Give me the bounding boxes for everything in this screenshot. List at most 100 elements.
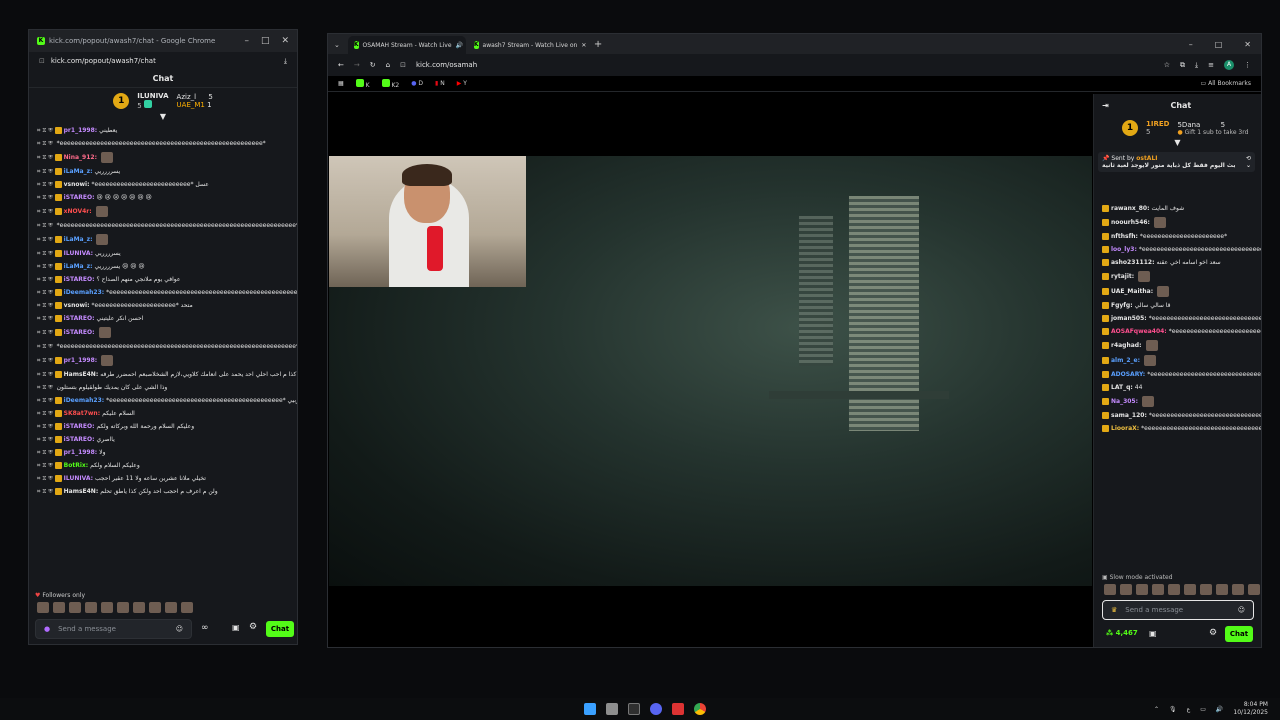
- emote-1[interactable]: [37, 602, 49, 613]
- side-settings-icon[interactable]: ⚙: [1209, 628, 1217, 638]
- bookmark-d[interactable]: ● D: [411, 80, 423, 87]
- chat-username[interactable]: iSTAREO:: [64, 276, 95, 283]
- new-tab-icon[interactable]: +: [594, 39, 602, 50]
- mod-tools-icon[interactable]: ⌗ ⧖ ⛨: [37, 343, 55, 350]
- media-icon[interactable]: ≡: [1208, 61, 1214, 69]
- volume-icon[interactable]: 🔊: [1216, 706, 1223, 713]
- chat-username[interactable]: iLaMa_z:: [64, 168, 93, 175]
- site-info-icon-main[interactable]: ⊡: [400, 61, 406, 69]
- collapse-leaderboard-icon[interactable]: ▼: [29, 113, 297, 121]
- minimize-icon[interactable]: –: [244, 36, 249, 46]
- chat-username[interactable]: loo_ly3:: [1111, 246, 1137, 253]
- infinity-icon[interactable]: ∞: [201, 623, 209, 633]
- chat-username[interactable]: iSTAREO:: [64, 315, 95, 322]
- mod-tools-icon[interactable]: ⌗ ⧖ ⛨: [37, 263, 55, 270]
- all-bookmarks[interactable]: ▭ All Bookmarks: [1201, 80, 1251, 87]
- tab-osamah[interactable]: K OSAMAH Stream - Watch Live 🔊 ✕: [347, 36, 466, 54]
- unpin-icon[interactable]: ⟲: [1246, 155, 1251, 162]
- chat-username[interactable]: iSTAREO:: [64, 329, 95, 336]
- expand-pinned-icon[interactable]: ⌄: [1246, 162, 1251, 169]
- channel-points[interactable]: ⁂ 4,467: [1106, 629, 1138, 637]
- emote-2[interactable]: [53, 602, 65, 613]
- mod-tools-icon[interactable]: ⌗ ⧖ ⛨: [37, 436, 55, 443]
- close-icon-main[interactable]: ✕: [1244, 40, 1251, 49]
- gift-sub-prompt[interactable]: Gift 1 sub to take 3rd: [1185, 129, 1249, 136]
- emoji-icon[interactable]: ☺: [176, 625, 183, 633]
- terminal-icon[interactable]: [628, 703, 640, 715]
- mod-tools-icon[interactable]: ⌗ ⧖ ⛨: [37, 181, 55, 188]
- mod-tools-icon[interactable]: ⌗ ⧖ ⛨: [37, 194, 55, 201]
- chat-username[interactable]: iLaMa_z:: [64, 236, 93, 243]
- bookmark-k[interactable]: K: [355, 78, 370, 89]
- leader-name[interactable]: ILUNIVA: [137, 92, 168, 100]
- video-player[interactable]: [329, 94, 1092, 647]
- emote-5[interactable]: [101, 602, 113, 613]
- chat-username[interactable]: BotRix:: [64, 462, 89, 469]
- chat-username[interactable]: iSTAREO:: [64, 194, 95, 201]
- chat-username[interactable]: noourh546:: [1111, 219, 1150, 226]
- maximize-icon-main[interactable]: □: [1215, 40, 1223, 49]
- chat-username[interactable]: UAE_Maitha:: [1111, 288, 1153, 295]
- mod-tools-icon[interactable]: ⌗ ⧖ ⛨: [37, 208, 55, 215]
- chat-username[interactable]: joman505:: [1111, 315, 1147, 322]
- mod-tools-icon[interactable]: ⌗ ⧖ ⛨: [37, 397, 55, 404]
- chat-username[interactable]: rytajit:: [1111, 273, 1134, 280]
- emote-9[interactable]: [165, 602, 177, 613]
- chat-username[interactable]: Nina_912:: [64, 154, 97, 161]
- chrome-icon[interactable]: [694, 703, 706, 715]
- collapse-chat-icon[interactable]: ⇥: [1102, 101, 1109, 110]
- chat-username[interactable]: pr1_1998:: [64, 357, 98, 364]
- leader-name-2[interactable]: Aziz_l: [177, 93, 197, 101]
- chat-username[interactable]: Na_305:: [1111, 398, 1138, 405]
- chat-username[interactable]: SK8at7wn:: [64, 410, 100, 417]
- leader-name-3[interactable]: UAE_M1: [177, 101, 205, 109]
- bookmark-y[interactable]: ▶ Y: [457, 80, 467, 87]
- chat-username[interactable]: pr1_1998:: [64, 449, 98, 456]
- mod-tools-icon[interactable]: ⌗ ⧖ ⛨: [37, 127, 55, 134]
- chat-username[interactable]: r4aghad:: [1111, 342, 1142, 349]
- reload-icon[interactable]: ↻: [370, 61, 376, 69]
- mod-tools-icon[interactable]: ⌗ ⧖ ⛨: [37, 302, 55, 309]
- mod-tools-icon[interactable]: ⌗ ⧖ ⛨: [37, 357, 55, 364]
- chat-username[interactable]: AOSAFqwea404:: [1111, 328, 1167, 335]
- mod-tools-icon[interactable]: ⌗ ⧖ ⛨: [37, 371, 55, 378]
- mod-tools-icon[interactable]: ⌗ ⧖ ⛨: [37, 276, 55, 283]
- language-indicator[interactable]: ع: [1187, 706, 1191, 713]
- mod-tools-icon[interactable]: ⌗ ⧖ ⛨: [37, 236, 55, 243]
- emote-6[interactable]: [117, 602, 129, 613]
- emote-7[interactable]: [133, 602, 145, 613]
- chat-username[interactable]: sama_120:: [1111, 412, 1147, 419]
- mod-tools-icon[interactable]: ⌗ ⧖ ⛨: [37, 410, 55, 417]
- chat-username[interactable]: xNOV4r:: [64, 208, 92, 215]
- chat-username[interactable]: HamsE4N:: [64, 371, 99, 378]
- side-emoji-icon[interactable]: ☺: [1238, 606, 1245, 614]
- mod-tools-icon[interactable]: ⌗ ⧖ ⛨: [37, 289, 55, 296]
- game-app-icon[interactable]: [672, 703, 684, 715]
- popout-message-input[interactable]: ● Send a message ☺: [35, 619, 192, 639]
- mod-tools-icon[interactable]: ⌗ ⧖ ⛨: [37, 222, 55, 229]
- mod-tools-icon[interactable]: ⌗ ⧖ ⛨: [37, 154, 55, 161]
- menu-icon[interactable]: ⋮: [1244, 61, 1251, 69]
- mod-tools-icon[interactable]: ⌗ ⧖ ⛨: [37, 462, 55, 469]
- chat-username[interactable]: alm_2_e:: [1111, 357, 1140, 364]
- chat-username[interactable]: LiooraX:: [1111, 425, 1139, 432]
- tab-search-icon[interactable]: ⌄: [334, 41, 340, 49]
- pinned-user[interactable]: ostALI: [1136, 155, 1157, 162]
- network-icon[interactable]: ▭: [1200, 706, 1206, 713]
- chat-username[interactable]: LAT_q:: [1111, 384, 1133, 391]
- side-leader-name-2[interactable]: 5Dana: [1177, 121, 1200, 129]
- chat-username[interactable]: iSTAREO:: [64, 436, 95, 443]
- side-leader-name[interactable]: 1IRED: [1146, 120, 1169, 128]
- gift-icon[interactable]: ▣: [232, 623, 240, 632]
- side-gift-button-icon[interactable]: ▣: [1149, 629, 1157, 638]
- side-emote-6[interactable]: [1184, 584, 1196, 595]
- mod-tools-icon[interactable]: ⌗ ⧖ ⛨: [37, 475, 55, 482]
- tray-chevron-icon[interactable]: ⌃: [1154, 706, 1159, 713]
- side-emote-4[interactable]: [1152, 584, 1164, 595]
- chat-username[interactable]: pr1_1998:: [64, 127, 98, 134]
- mod-tools-icon[interactable]: ⌗ ⧖ ⛨: [37, 315, 55, 322]
- side-emote-10[interactable]: [1248, 584, 1260, 595]
- download-icon[interactable]: ⤓: [284, 57, 287, 66]
- side-emote-7[interactable]: [1200, 584, 1212, 595]
- bookmark-star-icon[interactable]: ☆: [1164, 61, 1170, 69]
